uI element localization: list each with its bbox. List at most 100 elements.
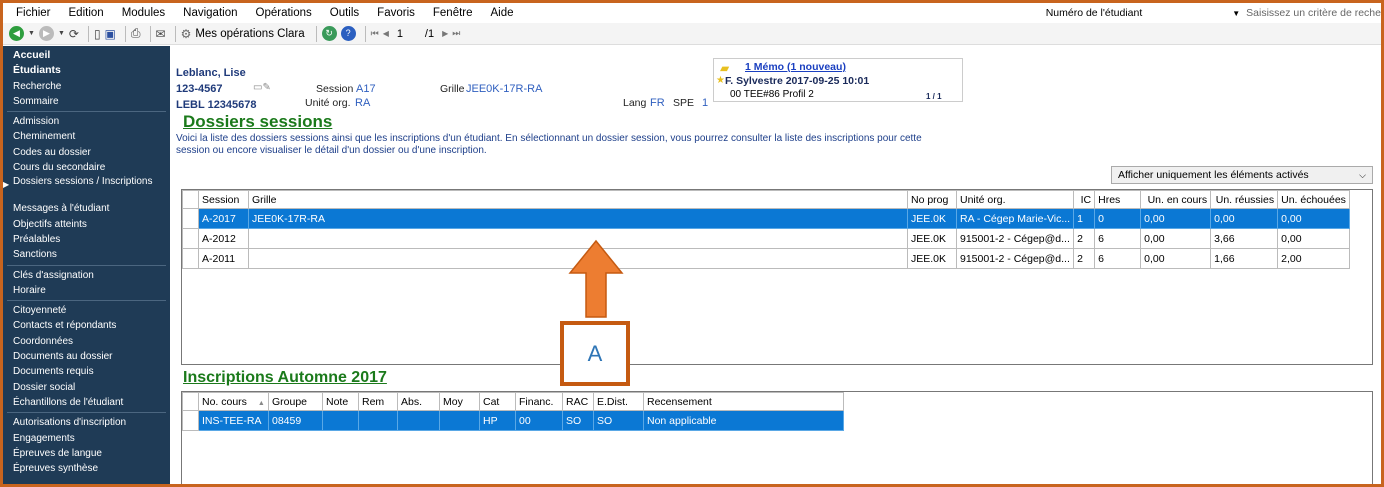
- sort-ascending-icon: ▲: [257, 399, 265, 407]
- sidebar-item-prealables[interactable]: Préalables: [3, 232, 170, 247]
- column-header-no-prog[interactable]: No prog: [907, 190, 957, 209]
- sidebar-item-documents-requis[interactable]: Documents requis: [3, 364, 170, 379]
- cell-session: A-2011: [198, 248, 249, 269]
- menu-aide[interactable]: Aide: [482, 7, 523, 19]
- gear-icon[interactable]: ⚙: [181, 27, 192, 41]
- page-total: /1: [424, 27, 435, 40]
- sidebar-item-citoyennete[interactable]: Citoyenneté: [3, 303, 170, 318]
- filter-label: Afficher uniquement les éléments activés: [1118, 169, 1309, 181]
- sidebar-item-cours-du-secondaire[interactable]: Cours du secondaire: [3, 160, 170, 175]
- save-icon[interactable]: ▣: [105, 27, 116, 41]
- column-header-rem[interactable]: Rem: [358, 392, 398, 411]
- table-row[interactable]: A-2012 JEE.0K 915001-2 - Cégep@d... 2 6 …: [182, 228, 1350, 249]
- id-card-icon: ▭✎: [253, 82, 271, 93]
- inscriptions-table: No. cours ▲ Groupe Note Rem Abs. Moy Cat…: [181, 391, 1373, 484]
- menu-edition[interactable]: Edition: [60, 7, 113, 19]
- divider: [7, 264, 166, 266]
- sidebar-item-sommaire[interactable]: Sommaire: [3, 94, 170, 109]
- sidebar-item-echantillons[interactable]: Échantillons de l'étudiant: [3, 395, 170, 410]
- sidebar-item-objectifs-atteints[interactable]: Objectifs atteints: [3, 217, 170, 232]
- sidebar-item-dossiers-sessions[interactable]: Dossiers sessions / Inscriptions: [3, 175, 153, 201]
- column-header-rac[interactable]: RAC: [562, 392, 594, 411]
- annotation-callout: A: [560, 321, 630, 386]
- table-row-selected[interactable]: A-2017 JEE0K-17R-RA JEE.0K RA - Cégep Ma…: [182, 208, 1350, 229]
- menu-outils[interactable]: Outils: [321, 7, 368, 19]
- sidebar-item-recherche[interactable]: Recherche: [3, 79, 170, 94]
- search-type-dropdown[interactable]: Numéro de l'étudiant: [1046, 7, 1143, 19]
- refresh-icon[interactable]: ⟳: [69, 27, 79, 41]
- sidebar-item-cheminement[interactable]: Cheminement: [3, 129, 170, 144]
- first-page-icon[interactable]: ⏮: [371, 28, 379, 39]
- column-header-hres[interactable]: Hres: [1094, 190, 1142, 209]
- print-icon[interactable]: ⎙: [131, 26, 141, 41]
- last-page-icon[interactable]: ⏭: [452, 28, 460, 39]
- cell-un-en-cours: 0,00: [1140, 248, 1212, 269]
- cell-no-prog: JEE.0K: [907, 228, 957, 249]
- sidebar-item-horaire[interactable]: Horaire: [3, 283, 170, 298]
- lang-label: Lang: [623, 97, 647, 109]
- column-header-groupe[interactable]: Groupe: [268, 392, 323, 411]
- unit-value: RA: [355, 97, 371, 109]
- memo-link[interactable]: 1 Mémo (1 nouveau): [745, 61, 846, 73]
- sidebar-item-codes-au-dossier[interactable]: Codes au dossier: [3, 145, 170, 160]
- cell-session: A-2012: [198, 228, 249, 249]
- menu-fenetre[interactable]: Fenêtre: [424, 7, 482, 19]
- column-header-grille[interactable]: Grille: [248, 190, 908, 209]
- dropdown-arrow-icon[interactable]: ▼: [58, 30, 65, 37]
- sidebar-item-epreuves-synthese[interactable]: Épreuves synthèse: [3, 461, 170, 476]
- column-header-recensement[interactable]: Recensement: [643, 392, 844, 411]
- column-header-financ[interactable]: Financ.: [515, 392, 563, 411]
- cell-un-reussies: 0,00: [1210, 208, 1279, 229]
- back-icon[interactable]: ◀: [9, 26, 24, 41]
- menu-navigation[interactable]: Navigation: [174, 7, 246, 19]
- menu-favoris[interactable]: Favoris: [368, 7, 424, 19]
- active-filter-dropdown[interactable]: Afficher uniquement les éléments activés…: [1111, 166, 1373, 184]
- table-header: No. cours ▲ Groupe Note Rem Abs. Moy Cat…: [182, 392, 844, 411]
- sidebar-item-etudiants[interactable]: Étudiants: [3, 63, 170, 78]
- column-header-ic[interactable]: IC: [1073, 190, 1096, 209]
- sidebar-item-dossier-social[interactable]: Dossier social: [3, 380, 170, 395]
- menu-operations[interactable]: Opérations: [247, 7, 321, 19]
- column-header-e-dist[interactable]: E.Dist.: [593, 392, 644, 411]
- sidebar-item-coordonnees[interactable]: Coordonnées: [3, 334, 170, 349]
- sidebar-item-accueil[interactable]: Accueil: [3, 48, 170, 63]
- student-code: LEBL 12345678: [176, 99, 257, 111]
- previous-page-icon[interactable]: ◀: [383, 29, 389, 38]
- column-header-un-en-cours[interactable]: Un. en cours: [1140, 190, 1212, 209]
- cell-recensement: Non applicable: [643, 410, 844, 431]
- search-input[interactable]: Saisissez un critère de reche: [1246, 7, 1381, 19]
- sidebar-item-admission[interactable]: Admission: [3, 114, 170, 129]
- column-header-unite-org[interactable]: Unité org.: [955, 190, 1075, 209]
- sidebar-item-autorisations[interactable]: Autorisations d'inscription: [3, 415, 170, 430]
- menu-modules[interactable]: Modules: [113, 7, 174, 19]
- new-document-icon[interactable]: ▯: [94, 27, 101, 41]
- page-number-input[interactable]: 1: [397, 28, 415, 40]
- column-header-un-echouees[interactable]: Un. échouées: [1277, 190, 1350, 209]
- help-icon[interactable]: ?: [340, 26, 356, 41]
- table-row-selected[interactable]: INS-TEE-RA 08459 HP 00 SO SO Non applica…: [182, 410, 844, 431]
- sidebar-item-engagements[interactable]: Engagements: [3, 431, 170, 446]
- sidebar-item-epreuves-langue[interactable]: Épreuves de langue: [3, 446, 170, 461]
- column-header-note[interactable]: Note: [322, 392, 359, 411]
- sidebar-item-contacts[interactable]: Contacts et répondants: [3, 318, 170, 333]
- forward-icon[interactable]: ▶: [38, 26, 54, 41]
- sidebar-item-cles-assignation[interactable]: Clés d'assignation: [3, 268, 170, 283]
- dropdown-arrow-icon[interactable]: ▼: [28, 30, 35, 37]
- column-header-un-reussies[interactable]: Un. réussies: [1210, 190, 1279, 209]
- column-header-session[interactable]: Session: [198, 190, 249, 209]
- sidebar-item-messages[interactable]: Messages à l'étudiant: [3, 201, 170, 216]
- my-operations-button[interactable]: Mes opérations Clara: [195, 28, 304, 40]
- menu-fichier[interactable]: Fichier: [3, 7, 60, 19]
- mail-icon[interactable]: ✉: [156, 27, 166, 41]
- history-icon[interactable]: ↻: [321, 26, 337, 41]
- column-header-cat[interactable]: Cat: [479, 392, 516, 411]
- sidebar-item-sanctions[interactable]: Sanctions: [3, 247, 170, 262]
- column-header-moy[interactable]: Moy: [439, 392, 480, 411]
- next-page-icon[interactable]: ▶: [442, 29, 448, 38]
- sidebar-item-documents-au-dossier[interactable]: Documents au dossier: [3, 349, 170, 364]
- table-row[interactable]: A-2011 JEE.0K 915001-2 - Cégep@d... 2 6 …: [182, 248, 1350, 269]
- column-header-abs[interactable]: Abs.: [397, 392, 440, 411]
- column-header-no-cours[interactable]: No. cours ▲: [198, 392, 269, 411]
- dropdown-arrow-icon[interactable]: ▼: [1232, 9, 1240, 18]
- lang-value: FR: [650, 97, 665, 109]
